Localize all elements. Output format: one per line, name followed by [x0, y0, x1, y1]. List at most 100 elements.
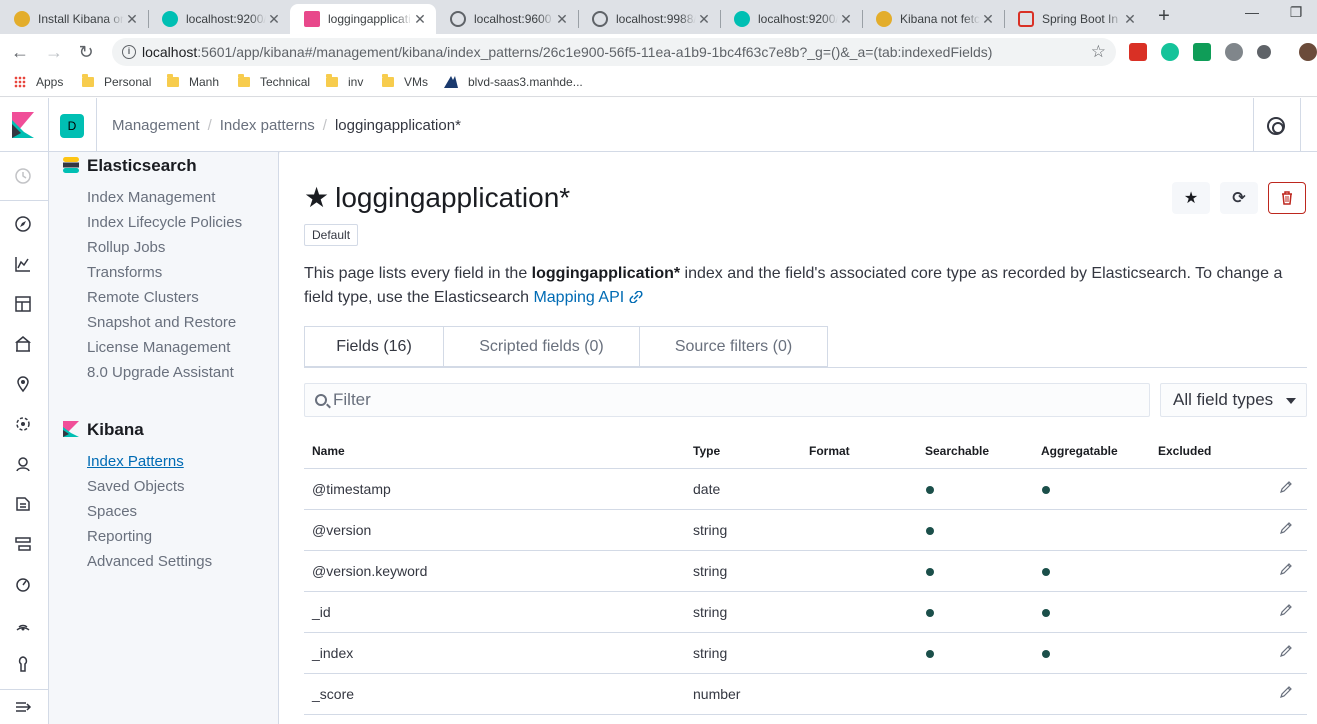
recent-clock-icon[interactable]: [14, 167, 32, 185]
column-header-aggregatable[interactable]: Aggregatable: [1033, 434, 1150, 469]
refresh-fields-button[interactable]: ⟳: [1220, 182, 1258, 214]
close-icon[interactable]: ✕: [124, 11, 140, 28]
side-item-index-management[interactable]: Index Management: [87, 189, 215, 206]
breadcrumb-management[interactable]: Management: [112, 117, 200, 134]
edit-pencil-icon[interactable]: [1279, 685, 1293, 699]
dev-tools-icon[interactable]: [14, 655, 32, 673]
side-item-license-management[interactable]: License Management: [87, 339, 230, 356]
edit-pencil-icon[interactable]: [1279, 521, 1293, 535]
page-description: This page lists every field in the loggi…: [304, 265, 1283, 306]
tab-fields[interactable]: Fields (16): [304, 326, 444, 367]
close-icon[interactable]: ✕: [554, 11, 570, 28]
column-header-type[interactable]: Type: [685, 434, 801, 469]
set-default-button[interactable]: ★: [1172, 182, 1210, 214]
reload-icon[interactable]: ↻: [74, 40, 98, 64]
browser-tab[interactable]: localhost:9988/ ✕: [578, 4, 720, 34]
browser-tab[interactable]: localhost:9200/ ✕: [148, 4, 290, 34]
tab-scripted-fields[interactable]: Scripted fields (0): [443, 326, 640, 367]
uptime-icon[interactable]: [14, 575, 32, 593]
bookmark-folder[interactable]: Manh: [167, 74, 219, 89]
side-item-saved-objects[interactable]: Saved Objects: [87, 478, 185, 495]
bookmark-label: VMs: [404, 75, 428, 89]
browser-tab[interactable]: Install Kibana on ✕: [0, 4, 148, 34]
extension-icon[interactable]: [1257, 45, 1271, 59]
side-item-advanced-settings[interactable]: Advanced Settings: [87, 553, 212, 570]
close-icon[interactable]: ✕: [412, 11, 428, 28]
close-icon[interactable]: ✕: [696, 11, 712, 28]
help-icon[interactable]: [1267, 117, 1285, 135]
edit-pencil-icon[interactable]: [1279, 562, 1293, 576]
side-item-reporting[interactable]: Reporting: [87, 528, 152, 545]
bookmark-star-icon[interactable]: ☆: [1091, 42, 1106, 62]
info-icon[interactable]: i: [122, 45, 136, 59]
delete-pattern-button[interactable]: [1268, 182, 1306, 214]
edit-pencil-icon[interactable]: [1279, 480, 1293, 494]
column-header-excluded[interactable]: Excluded: [1150, 434, 1267, 469]
monitoring-icon[interactable]: [14, 615, 32, 633]
field-excluded-cell: [1150, 509, 1267, 551]
main-content: ★ loggingapplication* Default ★ ⟳ This p…: [280, 152, 1317, 724]
field-name-cell: _index: [304, 632, 685, 674]
bookmark-folder[interactable]: inv: [326, 74, 363, 89]
column-header-searchable[interactable]: Searchable: [917, 434, 1033, 469]
back-icon[interactable]: ←: [8, 40, 32, 64]
logs-icon[interactable]: [14, 495, 32, 513]
extension-icon[interactable]: [1225, 43, 1243, 61]
close-icon[interactable]: ✕: [838, 11, 854, 28]
maps-icon[interactable]: [14, 375, 32, 393]
field-searchable-cell: [917, 468, 1033, 510]
bookmark-folder[interactable]: Personal: [82, 74, 151, 89]
extension-icon[interactable]: [1129, 43, 1147, 61]
column-header-name[interactable]: Name: [304, 434, 685, 469]
browser-tab[interactable]: Spring Boot In ✕: [1004, 4, 1146, 34]
close-icon[interactable]: ✕: [1122, 11, 1138, 28]
side-item-index-patterns[interactable]: Index Patterns: [87, 453, 184, 470]
space-avatar[interactable]: D: [60, 114, 84, 138]
browser-tab[interactable]: localhost:9200/ ✕: [720, 4, 862, 34]
grammarly-icon[interactable]: [1161, 43, 1179, 61]
minimize-icon[interactable]: —: [1240, 4, 1264, 24]
collapse-nav-icon[interactable]: [14, 698, 32, 716]
field-searchable-cell: [917, 673, 1033, 715]
field-type-select[interactable]: All field types: [1160, 383, 1307, 417]
profile-avatar[interactable]: [1299, 43, 1317, 61]
restore-icon[interactable]: ❐: [1284, 4, 1308, 24]
side-item-spaces[interactable]: Spaces: [87, 503, 137, 520]
close-icon[interactable]: ✕: [266, 11, 282, 28]
visualize-icon[interactable]: [14, 255, 32, 273]
discover-compass-icon[interactable]: [14, 215, 32, 233]
forward-icon[interactable]: →: [42, 40, 66, 64]
side-item-transforms[interactable]: Transforms: [87, 264, 162, 281]
infrastructure-icon[interactable]: [14, 535, 32, 553]
bookmark-site[interactable]: blvd-saas3.manhde...: [444, 75, 583, 89]
column-header-format[interactable]: Format: [801, 434, 917, 469]
table-row: @version.keyword string: [304, 550, 1307, 592]
siem-icon[interactable]: [14, 455, 32, 473]
filter-input[interactable]: [333, 390, 1113, 410]
bookmark-apps[interactable]: Apps: [14, 75, 63, 89]
new-tab-button[interactable]: +: [1154, 6, 1174, 26]
mapping-api-link[interactable]: Mapping API: [533, 289, 624, 306]
side-item-remote-clusters[interactable]: Remote Clusters: [87, 289, 199, 306]
address-bar[interactable]: i localhost:5601/app/kibana#/management/…: [112, 38, 1116, 66]
ml-icon[interactable]: [14, 415, 32, 433]
edit-pencil-icon[interactable]: [1279, 603, 1293, 617]
dashboard-icon[interactable]: [14, 295, 32, 313]
tab-source-filters[interactable]: Source filters (0): [639, 326, 828, 367]
bookmark-folder[interactable]: Technical: [238, 74, 310, 89]
side-item-rollup-jobs[interactable]: Rollup Jobs: [87, 239, 165, 256]
browser-tab[interactable]: Kibana not fetc ✕: [862, 4, 1004, 34]
browser-tab-active[interactable]: loggingapplicati ✕: [290, 4, 436, 34]
bookmark-folder[interactable]: VMs: [382, 74, 428, 89]
side-item-upgrade-assistant[interactable]: 8.0 Upgrade Assistant: [87, 364, 234, 381]
edit-pencil-icon[interactable]: [1279, 644, 1293, 658]
canvas-icon[interactable]: [14, 335, 32, 353]
side-item-ilm[interactable]: Index Lifecycle Policies: [87, 214, 242, 231]
browser-tab[interactable]: localhost:9600 ✕: [436, 4, 578, 34]
extension-icon[interactable]: [1193, 43, 1211, 61]
close-icon[interactable]: ✕: [980, 11, 996, 28]
kibana-logo-icon[interactable]: [12, 112, 34, 138]
field-searchable-cell: [917, 550, 1033, 592]
breadcrumb-index-patterns[interactable]: Index patterns: [220, 117, 315, 134]
side-item-snapshot-restore[interactable]: Snapshot and Restore: [87, 314, 236, 331]
